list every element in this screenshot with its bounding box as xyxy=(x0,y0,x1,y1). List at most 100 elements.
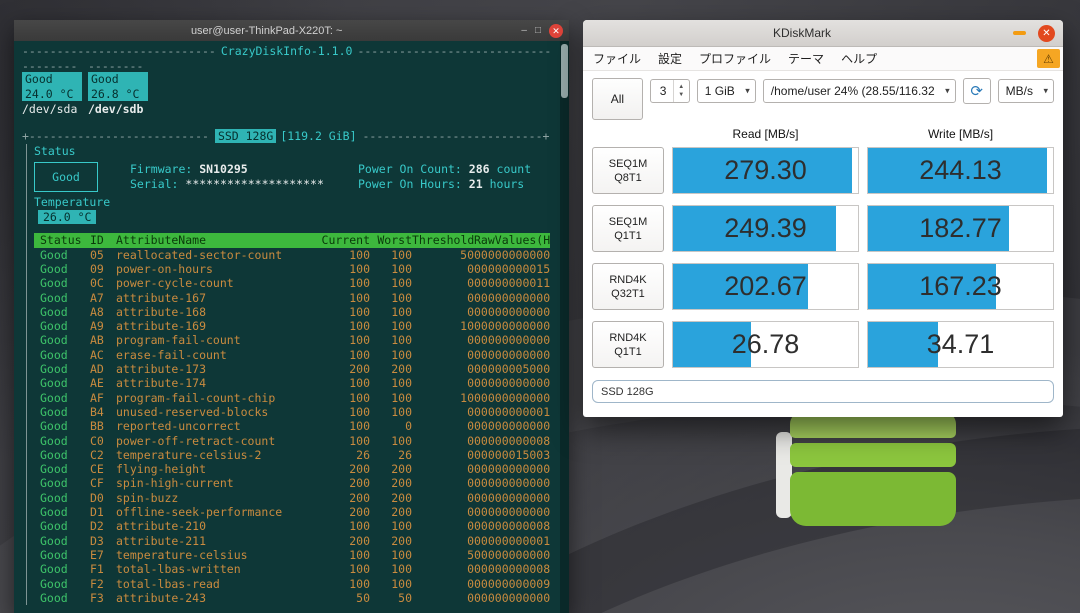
warning-icon[interactable]: ⚠ xyxy=(1037,49,1060,68)
cell-name: program-fail-count-chip xyxy=(116,391,320,405)
cell-status: Good xyxy=(34,391,90,405)
cell-raw: 00000000008 xyxy=(474,562,550,576)
menu-help[interactable]: ヘルプ xyxy=(841,50,877,67)
close-icon[interactable]: ✕ xyxy=(549,24,563,38)
cell-worst: 100 xyxy=(370,291,412,305)
cell-threshold: 0 xyxy=(412,491,474,505)
write-bar-value: 167.23 xyxy=(919,271,1002,302)
cell-worst: 100 xyxy=(370,262,412,276)
cell-name: attribute-174 xyxy=(116,376,320,390)
cell-threshold: 0 xyxy=(412,276,474,290)
benchmark-row: RND4KQ32T1202.67 167.23 xyxy=(592,263,1054,310)
cell-current: 100 xyxy=(320,577,370,591)
benchmark-rows: SEQ1MQ8T1279.30244.13SEQ1MQ1T1249.39182.… xyxy=(592,147,1054,368)
cell-threshold: 0 xyxy=(412,505,474,519)
cell-id: A7 xyxy=(90,291,116,305)
spin-up-icon[interactable]: ▲ xyxy=(678,84,684,90)
spin-down-icon[interactable]: ▼ xyxy=(678,92,684,98)
cell-raw: 00000000000 xyxy=(474,419,550,433)
drive-panel-sda[interactable]: -------- Good 24.0 °C /dev/sda xyxy=(22,59,82,116)
refresh-button[interactable]: ⟳ xyxy=(963,78,991,104)
benchmark-row: SEQ1MQ1T1249.39182.77 xyxy=(592,205,1054,252)
unit-select[interactable]: MB/s ▾ xyxy=(998,79,1054,103)
cell-current: 100 xyxy=(320,391,370,405)
description-input[interactable]: SSD 128G xyxy=(592,380,1054,403)
read-bar: 202.67 xyxy=(672,263,859,310)
cell-worst: 50 xyxy=(370,591,412,605)
minimize-icon[interactable]: – xyxy=(521,26,527,36)
scrollbar-thumb[interactable] xyxy=(561,44,568,98)
chevron-down-icon: ▾ xyxy=(945,86,950,97)
menu-settings[interactable]: 設定 xyxy=(658,50,682,67)
cell-worst: 100 xyxy=(370,348,412,362)
menu-file[interactable]: ファイル xyxy=(593,50,641,67)
cell-status: Good xyxy=(34,319,90,333)
cell-raw: 00000000001 xyxy=(474,405,550,419)
menu-theme[interactable]: テーマ xyxy=(788,50,824,67)
chevron-down-icon: ▾ xyxy=(1043,86,1048,97)
menu-profile[interactable]: プロファイル xyxy=(699,50,771,67)
drive-temp: 26.8 °C xyxy=(91,87,145,101)
cell-raw: 00000000000 xyxy=(474,476,550,490)
test-label-button[interactable]: RND4KQ1T1 xyxy=(592,321,664,368)
cell-threshold: 0 xyxy=(412,305,474,319)
close-icon[interactable]: ✕ xyxy=(1038,25,1055,42)
cell-status: Good xyxy=(34,248,90,262)
cell-current: 100 xyxy=(320,333,370,347)
smart-table-row: GoodD0spin-buzz200200000000000000 xyxy=(34,491,550,505)
cell-name: spin-high-current xyxy=(116,476,320,490)
cell-current: 100 xyxy=(320,348,370,362)
smart-table-row: GoodF3attribute-2435050000000000000 xyxy=(34,591,550,605)
cell-worst: 100 xyxy=(370,405,412,419)
cell-raw: 00000000000 xyxy=(474,391,550,405)
drive-box-top: -------- xyxy=(22,59,82,72)
cell-raw: 00000000015 xyxy=(474,262,550,276)
app-header-line: ---------------------------- CrazyDiskIn… xyxy=(22,44,550,58)
cell-current: 200 xyxy=(320,362,370,376)
kdiskmark-titlebar[interactable]: KDiskMark ✕ xyxy=(583,20,1063,47)
cell-current: 26 xyxy=(320,448,370,462)
drive-health: Good xyxy=(91,72,145,86)
read-bar-value: 249.39 xyxy=(724,213,807,244)
cell-name: offline-seek-performance xyxy=(116,505,320,519)
block-size-select[interactable]: 1 GiB ▾ xyxy=(697,79,756,103)
test-label-button[interactable]: RND4KQ32T1 xyxy=(592,263,664,310)
smart-table-row: GoodA8attribute-168100100000000000000 xyxy=(34,305,550,319)
run-all-button[interactable]: All xyxy=(592,78,643,120)
minimize-icon[interactable] xyxy=(1013,31,1026,35)
kdiskmark-window: KDiskMark ✕ ファイル 設定 プロファイル テーマ ヘルプ ⚠ All… xyxy=(583,20,1063,417)
cell-status: Good xyxy=(34,348,90,362)
power-count-value: 286 xyxy=(469,162,490,176)
disk-dashes-left: +-------------------------- xyxy=(22,129,209,143)
cell-status: Good xyxy=(34,448,90,462)
target-path-select[interactable]: /home/user 24% (28.55/116.32 ▾ xyxy=(763,79,956,103)
cell-worst: 100 xyxy=(370,548,412,562)
test-label-button[interactable]: SEQ1MQ1T1 xyxy=(592,205,664,252)
unit-value: MB/s xyxy=(1006,84,1033,98)
green-stack-middle xyxy=(790,443,956,467)
cell-threshold: 0 xyxy=(412,376,474,390)
cell-raw: 00000000008 xyxy=(474,434,550,448)
cell-raw: 00000000000 xyxy=(474,348,550,362)
cell-name: power-cycle-count xyxy=(116,276,320,290)
loop-count-spinner[interactable]: 3 ▲ ▼ xyxy=(650,79,690,103)
terminal-scrollbar[interactable] xyxy=(560,41,569,613)
drive-health-chip: Good 26.8 °C xyxy=(88,72,148,101)
cell-current: 200 xyxy=(320,505,370,519)
test-label-button[interactable]: SEQ1MQ8T1 xyxy=(592,147,664,194)
controls-row: All 3 ▲ ▼ 1 GiB ▾ /home/user 24% ( xyxy=(592,78,1054,120)
maximize-icon[interactable]: □ xyxy=(535,26,541,36)
header-dashes-left: ---------------------------- xyxy=(22,44,216,58)
power-count-label: Power On Count: xyxy=(358,162,462,176)
cell-id: CE xyxy=(90,462,116,476)
smart-table-row: Good09power-on-hours100100000000000015 xyxy=(34,262,550,276)
cell-name: spin-buzz xyxy=(116,491,320,505)
cell-current: 200 xyxy=(320,491,370,505)
cell-worst: 100 xyxy=(370,391,412,405)
cell-name: attribute-210 xyxy=(116,519,320,533)
terminal-titlebar[interactable]: user@user-ThinkPad-X220T: ~ – □ ✕ xyxy=(14,20,569,41)
block-size-value: 1 GiB xyxy=(705,84,735,98)
smart-table-row: Good05reallocated-sector-count1001005000… xyxy=(34,248,550,262)
status-row: Good Firmware: SN10295 Serial: *********… xyxy=(34,160,550,192)
drive-panel-sdb[interactable]: -------- Good 26.8 °C /dev/sdb xyxy=(88,59,148,116)
